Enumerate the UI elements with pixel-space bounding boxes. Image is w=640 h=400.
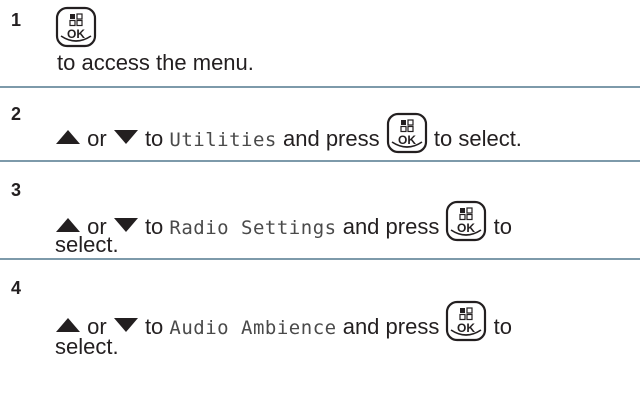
divider (0, 86, 640, 88)
step-1-instruction: to access the menu. (57, 50, 254, 75)
step-1-icon-line: OK (55, 6, 97, 50)
to-text: to (144, 214, 164, 239)
menu-item-audio-ambience: Audio Ambience (169, 317, 337, 339)
select-text: select. (55, 334, 119, 359)
menu-ok-button-icon: OK (55, 6, 97, 48)
up-arrow-icon (55, 317, 81, 333)
up-arrow-icon (55, 217, 81, 233)
step-number: 3 (11, 180, 22, 200)
ok-label: OK (457, 221, 475, 235)
down-arrow-icon (113, 217, 139, 233)
and-press-text: and press (283, 126, 380, 151)
or-text: or (87, 126, 107, 151)
select-text: select. (55, 232, 119, 257)
and-press-text: and press (342, 214, 440, 239)
menu-item-radio-settings: Radio Settings (169, 217, 337, 239)
step-number: 1 (11, 10, 22, 30)
menu-item-utilities: Utilities (169, 129, 277, 151)
ok-label: OK (457, 321, 475, 335)
menu-ok-button-icon: OK (386, 112, 428, 154)
step-3-line-2: select. (55, 232, 119, 258)
up-arrow-icon (55, 129, 81, 145)
menu-ok-button-icon: OK (445, 200, 487, 242)
to-text: to (144, 314, 164, 339)
step-number: 2 (11, 104, 22, 124)
divider (0, 160, 640, 162)
to-text: to (144, 126, 164, 151)
ok-label: OK (398, 133, 416, 147)
menu-ok-button-icon: OK (445, 300, 487, 342)
step-4-line: or to Audio Ambience and press OK to (55, 300, 512, 342)
to-select-text: to select. (433, 126, 522, 151)
divider (0, 258, 640, 260)
and-press-text: and press (342, 314, 440, 339)
to-text: to (493, 314, 512, 339)
step-4-line-2: select. (55, 334, 119, 360)
ok-label: OK (67, 27, 85, 41)
to-text: to (493, 214, 512, 239)
down-arrow-icon (113, 129, 139, 145)
step-number: 4 (11, 278, 22, 298)
step-2-line: or to Utilities and press OK to select. (55, 112, 522, 154)
step-3-line: or to Radio Settings and press OK to (55, 200, 512, 242)
down-arrow-icon (113, 317, 139, 333)
step-1-text: to access the menu. (55, 50, 254, 76)
